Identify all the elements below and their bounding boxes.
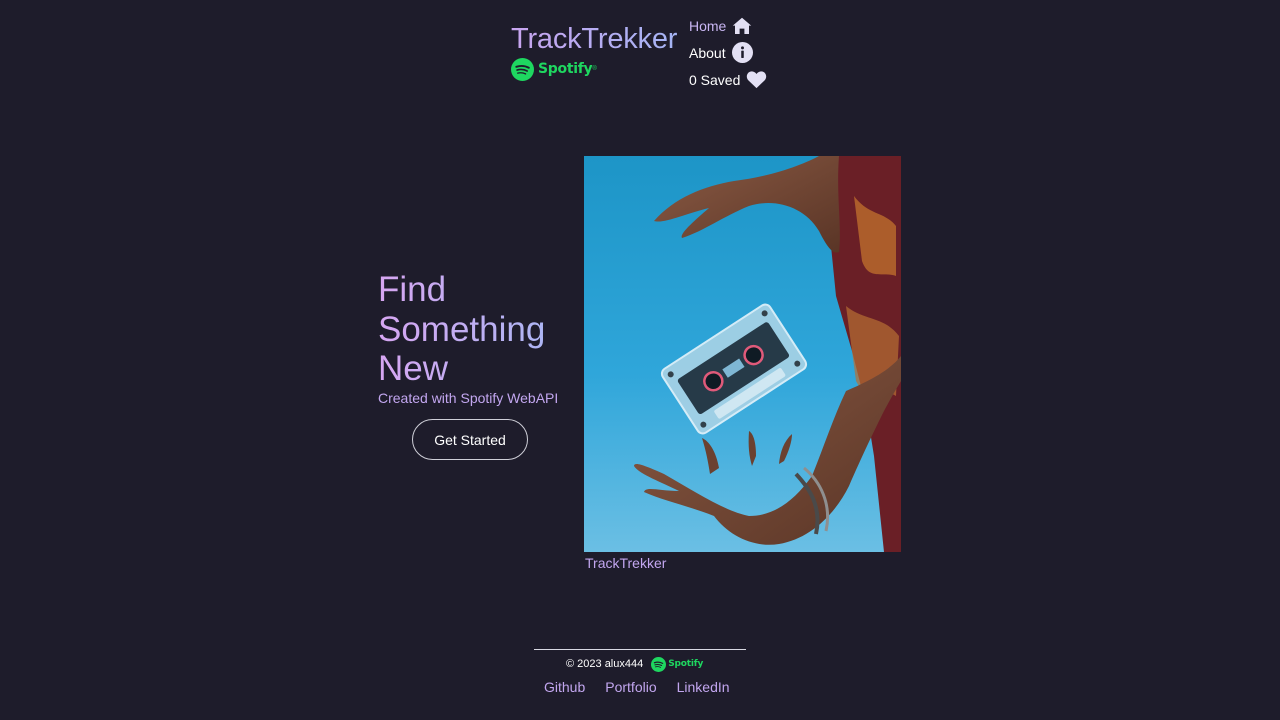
hero-title: Find Something New	[378, 270, 578, 389]
home-icon[interactable]	[732, 17, 752, 35]
spotify-icon	[651, 656, 667, 672]
footer-spotify-wordmark: Spotify	[668, 659, 704, 669]
github-link[interactable]: Github	[544, 679, 585, 695]
portfolio-link[interactable]: Portfolio	[605, 679, 656, 695]
nav-saved[interactable]: 0 Saved	[689, 66, 767, 93]
heart-icon[interactable]	[746, 70, 767, 89]
hero-title-line: New	[378, 349, 449, 388]
footer-links: Github Portfolio LinkedIn	[544, 679, 730, 695]
cassette-photo	[584, 156, 901, 552]
image-caption: TrackTrekker	[585, 555, 667, 571]
copyright-text: © 2023 alux444	[566, 658, 644, 670]
nav-home[interactable]: Home	[689, 12, 767, 39]
hero-title-line: Find	[378, 270, 447, 309]
nav-about-label[interactable]: About	[689, 45, 726, 61]
nav-saved-label[interactable]: 0 Saved	[689, 72, 740, 88]
brand: TrackTrekker Spotify ®	[511, 22, 677, 82]
hero-title-line: Something	[378, 309, 546, 349]
footer-spotify-logo: Spotify	[651, 656, 704, 672]
spotify-logo: Spotify ®	[511, 56, 677, 82]
brand-title[interactable]: TrackTrekker	[511, 22, 677, 56]
app-root: TrackTrekker Spotify ® Home About 0 Save…	[0, 0, 1280, 720]
nav-about[interactable]: About	[689, 39, 767, 66]
hero-text: Find Something New Created with Spotify …	[378, 270, 578, 407]
spotify-wordmark: Spotify	[538, 61, 593, 77]
spotify-icon	[511, 57, 534, 81]
hero-subtitle: Created with Spotify WebAPI	[378, 389, 559, 406]
footer-divider	[534, 649, 746, 650]
main-nav: Home About 0 Saved	[689, 12, 767, 93]
info-icon[interactable]	[731, 42, 753, 63]
hero-image	[584, 156, 901, 552]
nav-home-label[interactable]: Home	[689, 18, 726, 34]
get-started-button[interactable]: Get Started	[412, 419, 528, 460]
footer-copyright-row: © 2023 alux444 Spotify	[566, 655, 703, 673]
linkedin-link[interactable]: LinkedIn	[677, 679, 730, 695]
